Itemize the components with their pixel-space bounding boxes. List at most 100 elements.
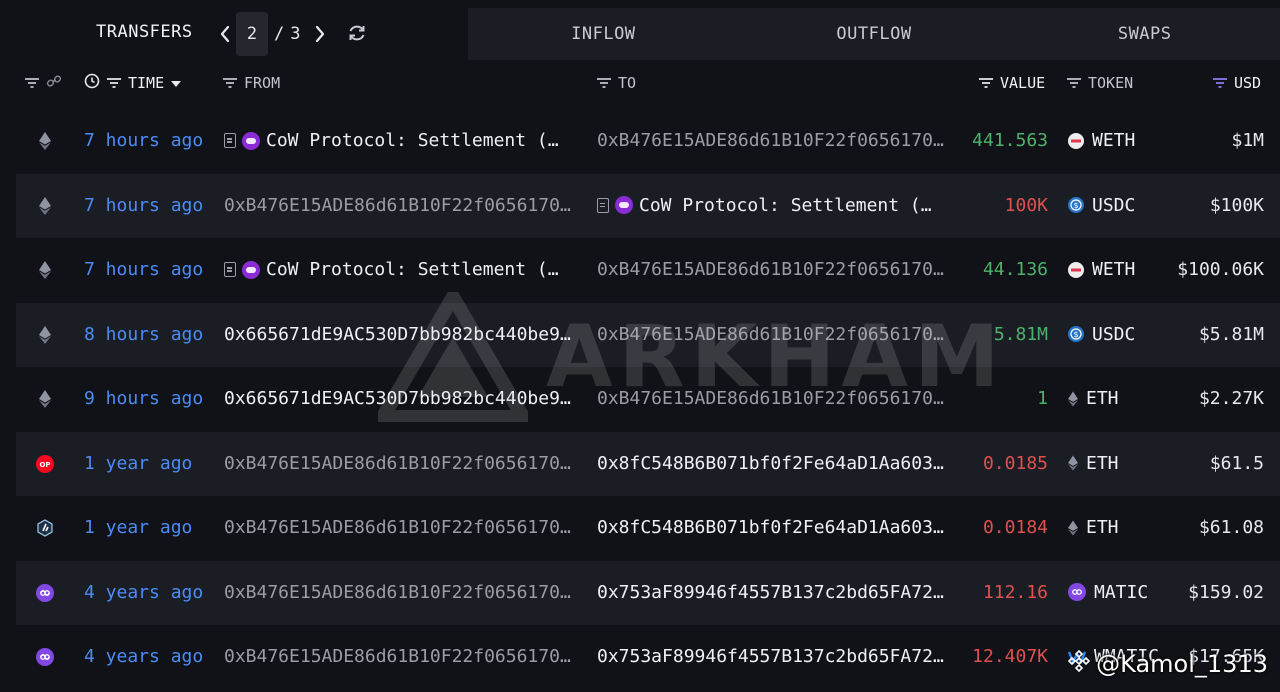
to-address[interactable]: 0xB476E15ADE86d61B10F22f0656170… (597, 324, 957, 345)
to-address[interactable]: 0xB476E15ADE86d61B10F22f0656170… (597, 259, 957, 280)
link-icon (46, 73, 62, 93)
page-separator: / (274, 24, 285, 44)
to-address[interactable]: 0xB476E15ADE86d61B10F22f0656170… (597, 388, 957, 409)
weth-icon (1068, 261, 1084, 278)
token-cell[interactable]: $ USDC (1068, 195, 1135, 216)
address-text: 0x665671dE9AC530D7bb982bc440be9… (224, 388, 571, 409)
header-to[interactable]: TO (596, 72, 636, 94)
header-time-label: TIME (128, 74, 165, 92)
from-address[interactable]: 0x665671dE9AC530D7bb982bc440be9… (224, 388, 584, 409)
ethereum-icon (36, 196, 54, 215)
token-cell[interactable]: WETH (1068, 130, 1135, 151)
time-link[interactable]: 9 hours ago (84, 388, 203, 409)
from-address[interactable]: CoW Protocol: Settlement (… (224, 259, 584, 280)
value-amount: 44.136 (982, 259, 1048, 280)
filter-icon[interactable] (222, 77, 238, 89)
from-address[interactable]: 0x665671dE9AC530D7bb982bc440be9… (224, 324, 584, 345)
token-symbol: WETH (1092, 259, 1136, 280)
filter-icon[interactable] (596, 77, 612, 89)
header-value[interactable]: VALUE (978, 72, 1045, 94)
from-address[interactable]: 0xB476E15ADE86d61B10F22f0656170… (224, 195, 584, 216)
table-row[interactable]: OP 1 year ago 0xB476E15ADE86d61B10F22f0656… (16, 431, 1280, 496)
table-row[interactable]: 9 hours ago 0x665671dE9AC530D7bb982bc440b… (16, 367, 1280, 431)
to-address[interactable]: 0x8fC548B6B071bf0f2Fe64aD1Aa603… (597, 453, 957, 474)
table-row[interactable]: 7 hours ago CoW Protocol: Settlement (… 0x… (16, 109, 1280, 173)
to-address[interactable]: CoW Protocol: Settlement (… (597, 195, 957, 216)
usd-amount: $100K (1209, 194, 1264, 216)
cow-protocol-icon (242, 260, 260, 279)
value-amount: 0.0184 (982, 517, 1048, 538)
to-address[interactable]: 0x8fC548B6B071bf0f2Fe64aD1Aa603… (597, 517, 957, 538)
filter-icon[interactable] (1212, 77, 1228, 89)
cow-protocol-icon (615, 196, 633, 214)
token-cell[interactable]: ETH (1068, 453, 1119, 474)
time-link[interactable]: 7 hours ago (84, 130, 203, 151)
credit-label: @Kamol_1313 (1068, 649, 1268, 678)
sort-desc-icon[interactable] (170, 74, 182, 92)
from-address[interactable]: 0xB476E15ADE86d61B10F22f0656170… (224, 453, 584, 474)
time-link[interactable]: 7 hours ago (84, 195, 203, 216)
top-bar: TRANSFERS 2 / 3 INFLOW OUTFLOW SWAPS (0, 0, 1280, 62)
from-address[interactable]: 0xB476E15ADE86d61B10F22f0656170… (224, 517, 584, 538)
header-chain-filter[interactable] (24, 72, 62, 94)
refresh-icon[interactable] (346, 22, 368, 44)
token-cell[interactable]: WETH (1068, 259, 1135, 280)
time-link[interactable]: 8 hours ago (84, 324, 203, 345)
ethereum-icon (36, 261, 54, 279)
from-address[interactable]: 0xB476E15ADE86d61B10F22f0656170… (224, 582, 584, 603)
polygon-icon (36, 648, 54, 666)
time-link[interactable]: 1 year ago (84, 453, 192, 474)
address-text: 0xB476E15ADE86d61B10F22f0656170… (224, 452, 571, 474)
time-link[interactable]: 4 years ago (84, 582, 203, 603)
filter-icon[interactable] (24, 77, 40, 89)
to-address[interactable]: 0x753aF89946f4557B137c2bd65FA72… (597, 646, 957, 667)
entity-name: CoW Protocol: Settlement (… (266, 259, 559, 280)
next-page-icon[interactable] (309, 12, 331, 56)
from-address[interactable]: CoW Protocol: Settlement (… (224, 130, 584, 151)
time-link[interactable]: 4 years ago (84, 646, 203, 667)
ethereum-icon (36, 325, 54, 344)
table-row[interactable]: 1 year ago 0xB476E15ADE86d61B10F22f065617… (16, 496, 1280, 560)
header-usd[interactable]: USD (1212, 72, 1261, 94)
transfers-tab-group: TRANSFERS 2 / 3 (0, 0, 468, 62)
value-amount: 441.563 (972, 130, 1048, 151)
filter-icon[interactable] (106, 77, 122, 89)
table-row[interactable]: 8 hours ago 0x665671dE9AC530D7bb982bc440b… (16, 302, 1280, 367)
filter-icon[interactable] (1066, 77, 1082, 89)
usdc-icon: $ (1068, 326, 1084, 342)
token-cell[interactable]: MATIC (1068, 582, 1148, 603)
token-cell[interactable]: ETH (1068, 388, 1119, 409)
token-symbol: MATIC (1094, 581, 1149, 603)
table-row[interactable]: 7 hours ago 0xB476E15ADE86d61B10F22f06561… (16, 173, 1280, 238)
time-link[interactable]: 7 hours ago (84, 259, 203, 280)
filter-icon[interactable] (978, 77, 994, 89)
value-amount: 5.81M (993, 323, 1048, 345)
tab-inflow[interactable]: INFLOW (468, 8, 739, 60)
table-row[interactable]: 7 hours ago CoW Protocol: Settlement (… 0x… (16, 238, 1280, 302)
cow-protocol-icon (242, 131, 260, 150)
tab-swaps[interactable]: SWAPS (1009, 8, 1280, 60)
contract-icon (224, 262, 236, 277)
time-link[interactable]: 1 year ago (84, 517, 192, 538)
svg-text:$: $ (1073, 330, 1078, 339)
header-from[interactable]: FROM (222, 72, 280, 94)
svg-text:OP: OP (39, 461, 50, 469)
tab-outflow[interactable]: OUTFLOW (739, 8, 1010, 60)
page-number-input[interactable]: 2 (236, 12, 268, 56)
header-time[interactable]: TIME (84, 72, 182, 94)
address-text: 0xB476E15ADE86d61B10F22f0656170… (224, 581, 571, 603)
token-cell[interactable]: ETH (1068, 517, 1119, 538)
address-text: 0xB476E15ADE86d61B10F22f0656170… (597, 323, 944, 345)
to-address[interactable]: 0x753aF89946f4557B137c2bd65FA72… (597, 582, 957, 603)
matic-icon (1068, 583, 1086, 601)
prev-page-icon[interactable] (214, 12, 236, 56)
header-token[interactable]: TOKEN (1066, 72, 1133, 94)
table-row[interactable]: 4 years ago 0xB476E15ADE86d61B10F22f06561… (16, 560, 1280, 625)
ethereum-icon (36, 132, 54, 150)
to-address[interactable]: 0xB476E15ADE86d61B10F22f0656170… (597, 130, 957, 151)
usd-amount: $61.5 (1209, 452, 1264, 474)
from-address[interactable]: 0xB476E15ADE86d61B10F22f0656170… (224, 646, 584, 667)
usd-amount: $159.02 (1188, 581, 1264, 603)
token-symbol: USDC (1092, 194, 1136, 216)
token-cell[interactable]: $ USDC (1068, 324, 1135, 345)
